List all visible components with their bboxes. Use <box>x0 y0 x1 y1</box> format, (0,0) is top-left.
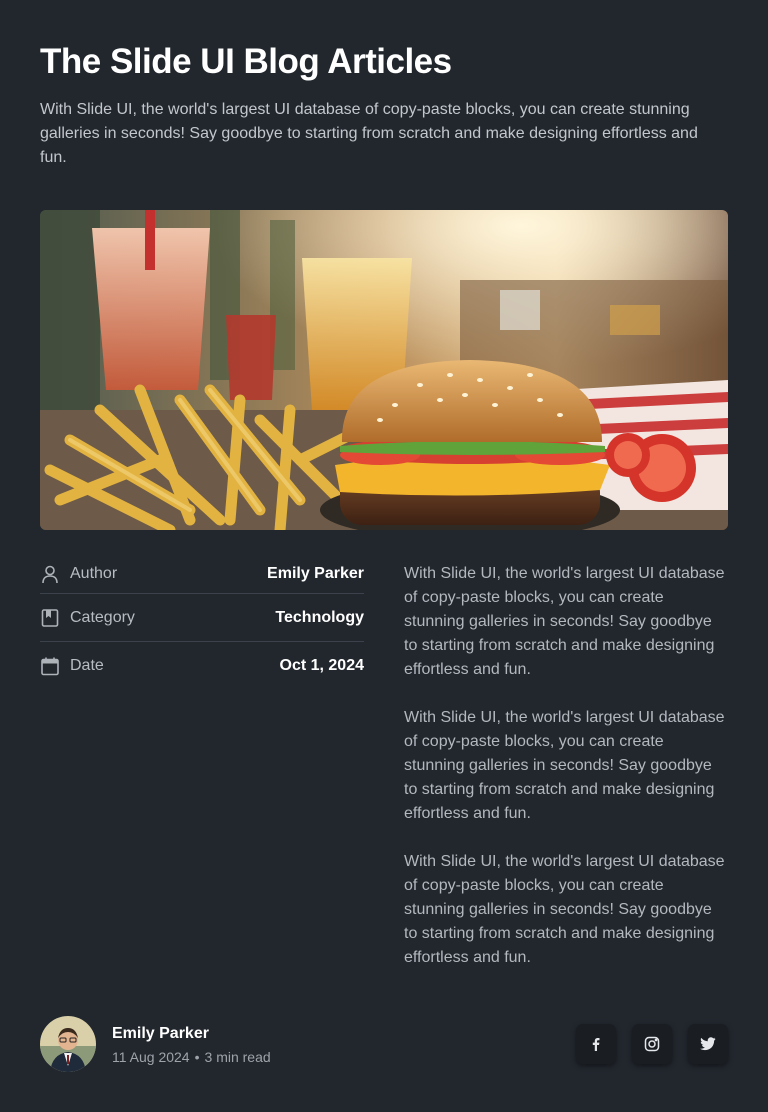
meta-label: Author <box>70 564 118 582</box>
page-intro: With Slide UI, the world's largest UI da… <box>40 101 698 166</box>
article-body: With Slide UI, the world's largest UI da… <box>404 562 728 994</box>
meta-row-category: Category Technology <box>40 594 364 642</box>
user-icon <box>40 563 62 585</box>
meta-row-author: Author Emily Parker <box>40 554 364 594</box>
article-content: Author Emily Parker Category Technology <box>40 562 728 994</box>
meta-label: Category <box>70 608 135 626</box>
hero-image <box>40 210 728 530</box>
meta-value: Technology <box>275 608 364 626</box>
read-time: 3 min read <box>204 1049 271 1065</box>
page-title: The Slide UI Blog Articles <box>40 42 452 81</box>
social-links <box>576 1024 728 1064</box>
post-details: 11 Aug 2024 • 3 min read <box>112 1049 576 1065</box>
post-date: 11 Aug 2024 <box>112 1049 190 1065</box>
article-paragraph: With Slide UI, the world's largest UI da… <box>404 565 725 678</box>
article-footer: Emily Parker 11 Aug 2024 • 3 min read <box>40 1016 728 1072</box>
bookmark-icon <box>40 607 62 629</box>
meta-row-date: Date Oct 1, 2024 <box>40 642 364 690</box>
article-paragraph: With Slide UI, the world's largest UI da… <box>404 709 725 822</box>
facebook-icon <box>589 1037 603 1051</box>
author-name[interactable]: Emily Parker <box>112 1023 576 1045</box>
instagram-button[interactable] <box>632 1024 672 1064</box>
avatar[interactable] <box>40 1016 96 1072</box>
blog-article-page: The Slide UI Blog Articles With Slide UI… <box>0 0 768 1112</box>
instagram-icon <box>644 1036 660 1052</box>
calendar-icon <box>40 655 62 677</box>
author-info: Emily Parker 11 Aug 2024 • 3 min read <box>112 1023 576 1065</box>
article-paragraph: With Slide UI, the world's largest UI da… <box>404 853 725 966</box>
twitter-button[interactable] <box>688 1024 728 1064</box>
burger-fries-image <box>40 210 728 530</box>
meta-value: Oct 1, 2024 <box>279 657 365 674</box>
twitter-icon <box>700 1037 716 1051</box>
separator-dot: • <box>194 1049 200 1065</box>
meta-label: Date <box>70 657 104 674</box>
facebook-button[interactable] <box>576 1024 616 1064</box>
article-meta: Author Emily Parker Category Technology <box>40 562 364 994</box>
meta-value: Emily Parker <box>267 564 364 582</box>
